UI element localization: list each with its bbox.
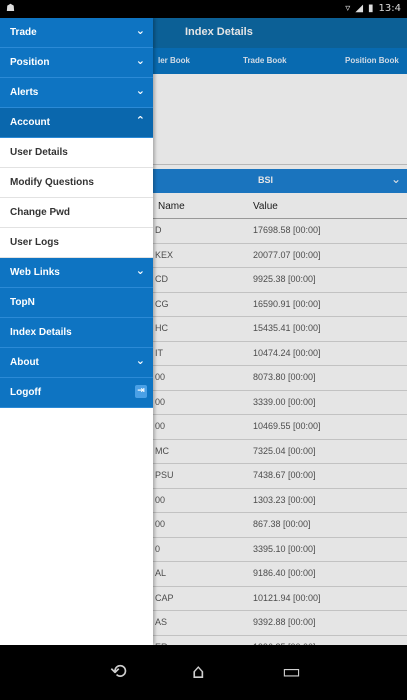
drawer-empty-area [0,410,153,645]
nav-index-details-label: Index Details [10,327,72,338]
nav-change-pwd[interactable]: Change Pwd [0,198,153,228]
back-icon[interactable]: ⟲ [110,659,127,683]
nav-user-details[interactable]: User Details [0,138,153,168]
nav-index-details[interactable]: Index Details [0,318,153,348]
nav-change-pwd-label: Change Pwd [10,207,71,218]
nav-alerts[interactable]: Alerts ⌄ [0,78,153,108]
home-icon[interactable]: ⌂ [192,659,205,683]
nav-user-logs[interactable]: User Logs [0,228,153,258]
status-icons: ▿ ◢ ▮ 13:4 [345,3,401,14]
chevron-down-icon: ⌄ [135,84,145,97]
battery-icon: ▮ [368,3,374,14]
nav-about-label: About [10,357,39,368]
status-bar: ☗ ▿ ◢ ▮ 13:4 [0,0,407,18]
wifi-icon: ▿ [345,3,351,14]
signal-icon: ◢ [355,3,364,14]
nav-logoff[interactable]: Logoff ⇥ [0,378,153,408]
nav-user-details-label: User Details [10,147,68,158]
chevron-up-icon: ⌃ [135,114,145,127]
nav-modify-questions-label: Modify Questions [10,177,94,188]
nav-logoff-label: Logoff [10,387,42,398]
nav-topn[interactable]: TopN [0,288,153,318]
chevron-down-icon: ⌄ [135,24,145,37]
nav-user-logs-label: User Logs [10,237,59,248]
nav-trade[interactable]: Trade ⌄ [0,18,153,48]
nav-about[interactable]: About ⌄ [0,348,153,378]
chevron-down-icon: ⌄ [135,354,145,367]
nav-trade-label: Trade [10,27,37,38]
nav-modify-questions[interactable]: Modify Questions [0,168,153,198]
chevron-down-icon: ⌄ [135,264,145,277]
recent-apps-icon[interactable]: ▭ [282,659,301,683]
nav-position[interactable]: Position ⌄ [0,48,153,78]
nav-web-links[interactable]: Web Links ⌄ [0,258,153,288]
nav-topn-label: TopN [10,297,35,308]
nav-web-links-label: Web Links [10,267,60,278]
nav-position-label: Position [10,57,50,68]
logout-icon: ⇥ [135,385,147,398]
system-nav-bar: ⟲ ⌂ ▭ [0,645,407,700]
status-time: 13:4 [378,3,401,14]
nav-account-label: Account [10,117,50,128]
nav-alerts-label: Alerts [10,87,39,98]
navigation-drawer: Trade ⌄ Position ⌄ Alerts ⌄ Account ⌃ Us… [0,18,153,645]
chevron-down-icon: ⌄ [135,54,145,67]
android-icon: ☗ [6,3,15,14]
nav-account[interactable]: Account ⌃ [0,108,153,138]
